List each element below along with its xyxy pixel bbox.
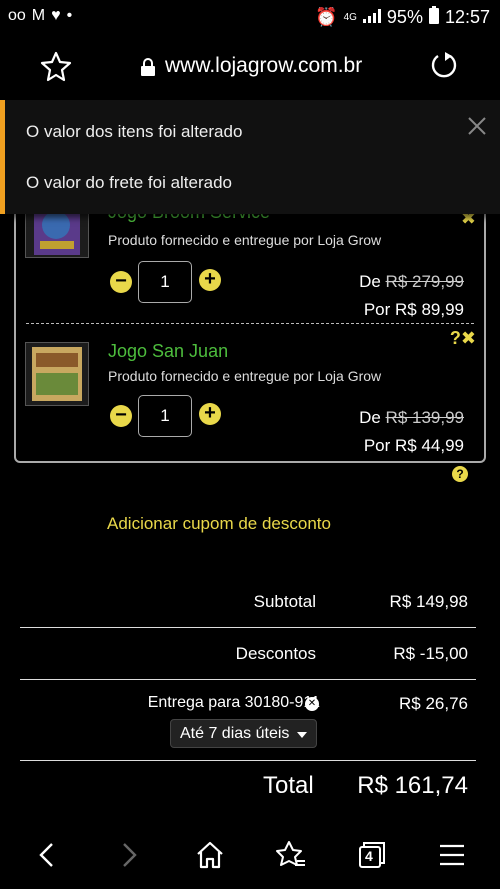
back-icon[interactable] [32,839,64,871]
product-vendor: Produto fornecido e entregue por Loja Gr… [108,232,382,248]
discount-value: R$ -15,00 [393,644,468,663]
quantity-field[interactable]: 1 [138,395,192,437]
add-coupon-link[interactable]: Adicionar cupom de desconto [107,514,331,534]
cart-items-panel: Jogo Broom Service Produto fornecido e e… [14,190,486,463]
product-vendor: Produto fornecido e entregue por Loja Gr… [108,368,382,384]
clear-zip-icon[interactable]: ✕ [305,697,319,711]
tabs-count: 4 [365,848,373,864]
status-bar: oo M ♥ • ⏰ 4G 95% 12:57 [0,0,500,34]
alert-panel: O valor dos itens foi alterado O valor d… [0,100,500,214]
browser-toolbar: www.lojagrow.com.br [0,34,500,100]
product-name[interactable]: Jogo San Juan [108,341,228,362]
summary-divider [20,627,476,628]
lock-icon [141,58,155,76]
reload-icon[interactable] [428,50,460,82]
gmail-icon: M [31,7,46,24]
browser-bottom-nav: 4 [0,823,500,889]
quantity-decrease-button[interactable]: − [110,271,132,293]
bookmarks-icon[interactable] [275,839,307,871]
battery-icon [428,6,439,29]
subtotal-row: Subtotal R$ 149,98 [20,592,476,616]
alert-message-shipping: O valor do frete foi alterado [26,173,233,192]
home-icon[interactable] [194,839,226,871]
bookmark-star-icon[interactable] [40,50,72,82]
clock: 12:57 [444,7,490,27]
summary-divider [20,679,476,680]
price-original: De R$ 279,99 [359,272,464,292]
health-icon: ♥ [51,7,61,24]
price-original-value: R$ 279,99 [385,272,464,291]
network-label: 4G [343,11,357,23]
close-icon[interactable] [466,115,488,137]
status-right: ⏰ 4G 95% 12:57 [315,6,490,29]
total-label: Total [263,772,314,799]
discount-row: Descontos R$ -15,00 [20,644,476,668]
tabs-button[interactable]: 4 [355,839,387,871]
cart-item: Jogo San Juan Produto fornecido e entreg… [16,324,484,461]
help-remove-icons[interactable]: ?✖ [450,328,476,349]
quantity-increase-button[interactable]: + [199,403,221,425]
discount-label: Descontos [235,644,316,663]
signal-icon [362,7,381,28]
chevron-down-icon [297,732,307,738]
price-original-value: R$ 139,99 [385,408,464,427]
price-original-label: De [359,408,381,427]
quantity-field[interactable]: 1 [138,261,192,303]
product-thumbnail[interactable] [25,342,89,406]
shipping-option-value: Até 7 dias úteis [180,725,290,742]
shipping-label: Entrega para 30180-911 [147,694,320,711]
total-value: R$ 161,74 [357,772,468,799]
url-field[interactable]: www.lojagrow.com.br [165,54,362,78]
status-left: oo M ♥ • [8,7,72,25]
summary-divider [20,760,476,761]
help-icon[interactable]: ? [452,466,468,482]
dot-icon: • [66,7,73,24]
alarm-icon: ⏰ [315,7,338,27]
notification-icon: oo [8,7,26,24]
price-current: Por R$ 44,99 [363,436,464,455]
price-original: De R$ 139,99 [359,408,464,428]
shipping-value: R$ 26,76 [399,694,468,713]
menu-icon[interactable] [436,839,468,871]
quantity-decrease-button[interactable]: − [110,405,132,427]
forward-icon[interactable] [112,839,144,871]
alert-message-items: O valor dos itens foi alterado [26,122,243,141]
price-original-label: De [359,272,381,291]
battery-percent: 95% [386,7,423,27]
subtotal-label: Subtotal [253,592,316,611]
subtotal-value: R$ 149,98 [389,592,468,611]
price-current: Por R$ 89,99 [363,300,464,319]
shipping-option-select[interactable]: Até 7 dias úteis [170,719,317,748]
quantity-increase-button[interactable]: + [199,269,221,291]
